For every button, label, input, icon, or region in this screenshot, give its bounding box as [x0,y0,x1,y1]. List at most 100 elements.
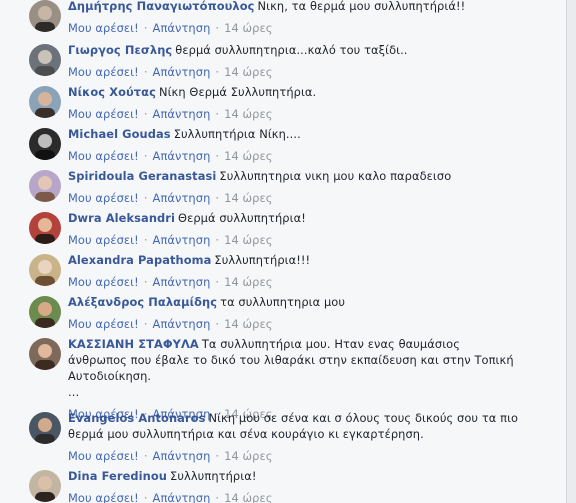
comment-body: Αλέξανδρος Παλαμίδης τα συλλυπητηρια μου … [68,294,520,332]
separator: · [143,65,148,79]
separator: · [143,233,148,247]
comment-timestamp[interactable]: 14 ώρες [224,275,272,289]
comment-author[interactable]: Νίκος Χούτας [68,85,156,99]
avatar[interactable] [29,338,61,370]
reply-link[interactable]: Απάντηση [153,275,211,289]
reply-link[interactable]: Απάντηση [153,21,211,35]
scrollbar-track[interactable] [567,0,576,503]
separator: · [215,21,220,35]
avatar[interactable] [29,128,61,160]
avatar-image [29,296,61,328]
separator: · [215,107,220,121]
like-link[interactable]: Μου αρέσει! [68,21,139,35]
reply-link[interactable]: Απάντηση [153,191,211,205]
separator: · [215,491,220,503]
comment-author[interactable]: Alexandra Papathoma [68,253,211,267]
comment-author[interactable]: Dina Feredinou [68,469,167,483]
separator: · [143,107,148,121]
comment-text: Συλλυπητηρια νικη μου καλο παραδεισο [219,169,452,183]
comment-actions: Μου αρέσει! · Απάντηση · 14 ώρες [68,448,520,464]
avatar[interactable] [29,0,61,32]
comment-timestamp[interactable]: 14 ώρες [224,21,272,35]
comment-actions: Μου αρέσει! · Απάντηση · 14 ώρες [68,64,520,80]
like-link[interactable]: Μου αρέσει! [68,233,139,247]
separator: · [215,149,220,163]
comment-timestamp[interactable]: 14 ώρες [224,107,272,121]
comment-actions: Μου αρέσει! · Απάντηση · 14 ώρες [68,316,520,332]
comment-text: Συλλυπητήρια Νίκη.... [173,127,301,141]
reply-link[interactable]: Απάντηση [153,317,211,331]
comment-timestamp[interactable]: 14 ώρες [224,65,272,79]
reply-link[interactable]: Απάντηση [153,491,211,503]
comment-actions: Μου αρέσει! · Απάντηση · 14 ώρες [68,190,520,206]
separator: · [143,149,148,163]
separator: · [215,233,220,247]
comment-text: Συλλυπητήρια! [170,469,257,483]
comment-body: Alexandra Papathoma Συλλυπητήρια!!! Μου α… [68,252,520,290]
avatar[interactable] [29,86,61,118]
comment-author[interactable]: Spiridoula Geranastasi [68,169,216,183]
comment-body: Νίκος Χούτας Νίκη Θερμά Συλλυπητήρια. Μου… [68,84,520,122]
comment-body: Γιωργος Πεσλης θερμά συλλυπητηρια...καλό … [68,42,520,80]
separator: · [143,491,148,503]
avatar[interactable] [29,470,61,502]
comment-text: τα συλλυπητηρια μου [220,295,346,309]
comment-timestamp[interactable]: 14 ώρες [224,491,272,503]
separator: · [215,449,220,463]
see-more-ellipsis[interactable]: ... [68,384,520,400]
comment-author[interactable]: Γιωργος Πεσλης [68,43,172,57]
comment-author[interactable]: Αλέξανδρος Παλαμίδης [68,295,217,309]
comment-text: θερμά συλλυπητηρια...καλό του ταξίδι.. [175,43,408,57]
avatar[interactable] [29,296,61,328]
comment-body: Evangelos Antonaros Νίκη μου σε σένα και … [68,410,520,464]
avatar[interactable] [29,254,61,286]
avatar-image [29,128,61,160]
comment-text: Θερμά συλλυπητήρια! [178,211,306,225]
comment-author[interactable]: Δημήτρης Παναγιωτόπουλος [68,0,255,13]
like-link[interactable]: Μου αρέσει! [68,491,139,503]
comment-text: Νίκη Θερμά Συλλυπητήρια. [158,85,317,99]
separator: · [215,191,220,205]
avatar[interactable] [29,170,61,202]
separator: · [143,317,148,331]
comment-timestamp[interactable]: 14 ώρες [224,449,272,463]
like-link[interactable]: Μου αρέσει! [68,149,139,163]
like-link[interactable]: Μου αρέσει! [68,191,139,205]
avatar[interactable] [29,44,61,76]
comment-author[interactable]: Evangelos Antonaros [68,411,205,425]
comment-actions: Μου αρέσει! · Απάντηση · 14 ώρες [68,490,520,503]
comment-actions: Μου αρέσει! · Απάντηση · 14 ώρες [68,148,520,164]
reply-link[interactable]: Απάντηση [153,65,211,79]
avatar-image [29,338,61,370]
comment-author[interactable]: ΚΑΣΣΙΑΝΗ ΣΤΑΦΥΛΑ [68,337,199,351]
comment-body: Michael Goudas Συλλυπητήρια Νίκη.... Μου … [68,126,520,164]
comment-author[interactable]: Michael Goudas [68,127,171,141]
comment-actions: Μου αρέσει! · Απάντηση · 14 ώρες [68,106,520,122]
avatar-image [29,212,61,244]
reply-link[interactable]: Απάντηση [153,107,211,121]
comment-timestamp[interactable]: 14 ώρες [224,149,272,163]
like-link[interactable]: Μου αρέσει! [68,65,139,79]
avatar[interactable] [29,212,61,244]
reply-link[interactable]: Απάντηση [153,149,211,163]
comment-text: Νικη, τα θερμά μου συλλυπητήριά!! [257,0,466,13]
like-link[interactable]: Μου αρέσει! [68,107,139,121]
like-link[interactable]: Μου αρέσει! [68,275,139,289]
avatar-image [29,170,61,202]
comment-actions: Μου αρέσει! · Απάντηση · 14 ώρες [68,20,520,36]
comment-body: Spiridoula Geranastasi Συλλυπητηρια νικη … [68,168,520,206]
comment-timestamp[interactable]: 14 ώρες [224,317,272,331]
like-link[interactable]: Μου αρέσει! [68,317,139,331]
like-link[interactable]: Μου αρέσει! [68,449,139,463]
avatar-image [29,254,61,286]
avatar-image [29,0,61,32]
comment-timestamp[interactable]: 14 ώρες [224,191,272,205]
comment-body: Dina Feredinou Συλλυπητήρια! Μου αρέσει! ·… [68,468,520,503]
reply-link[interactable]: Απάντηση [153,449,211,463]
comment-timestamp[interactable]: 14 ώρες [224,233,272,247]
avatar[interactable] [29,412,61,444]
separator: · [215,65,220,79]
comment-author[interactable]: Dwra Aleksandri [68,211,175,225]
avatar-image [29,86,61,118]
reply-link[interactable]: Απάντηση [153,233,211,247]
